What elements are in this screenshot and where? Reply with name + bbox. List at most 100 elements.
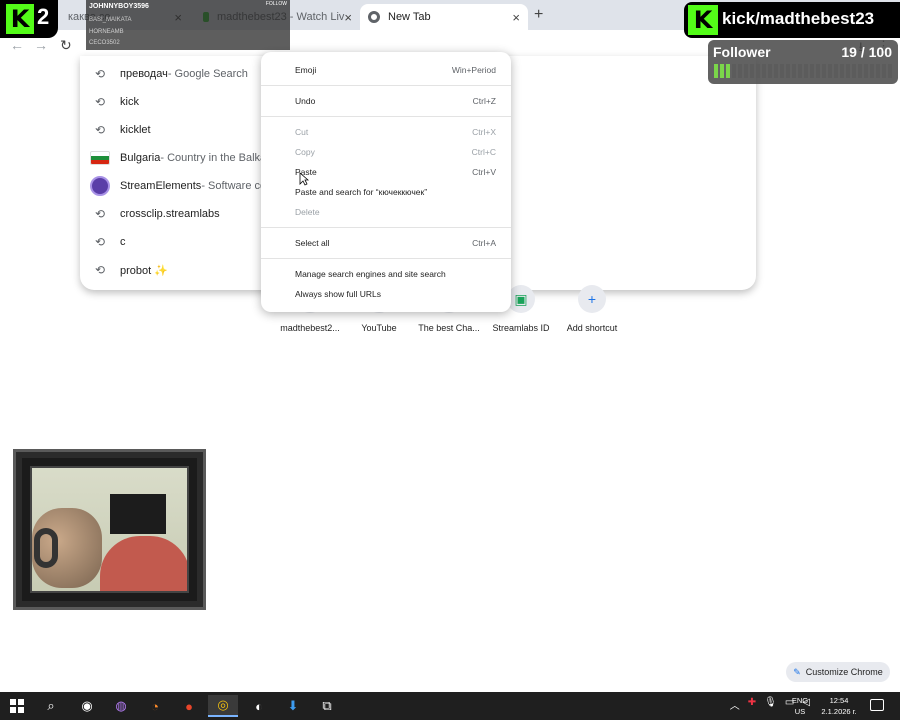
history-icon: ⟲ bbox=[94, 123, 106, 137]
suggestion-text: преводач bbox=[120, 68, 168, 80]
history-icon: ⟲ bbox=[94, 263, 106, 277]
chat-username: CECO3502 bbox=[89, 40, 120, 46]
tab-new-tab[interactable]: New Tab × bbox=[360, 4, 528, 30]
menu-item-label: Always show full URLs bbox=[295, 289, 381, 299]
follower-count: 19 / 100 bbox=[841, 44, 892, 60]
progress-segment bbox=[822, 64, 826, 78]
progress-segment bbox=[768, 64, 772, 78]
progress-segment bbox=[858, 64, 862, 78]
mouse-cursor-icon bbox=[299, 172, 309, 186]
shortcut-label: Add shortcut bbox=[566, 323, 618, 333]
notification-icon[interactable] bbox=[870, 699, 884, 711]
customize-chrome-button[interactable]: ✎ Customize Chrome bbox=[786, 662, 890, 682]
history-icon: ⟲ bbox=[94, 95, 106, 109]
history-icon: ⟲ bbox=[94, 235, 106, 249]
kick-logo-icon: K bbox=[6, 4, 34, 34]
menu-item-label: Emoji bbox=[295, 65, 317, 75]
progress-segment bbox=[828, 64, 832, 78]
suggestion-text: c bbox=[120, 236, 126, 248]
tray-app-icon[interactable]: ✚ bbox=[748, 697, 756, 712]
clock-date: 2.1.2026 г. bbox=[821, 707, 857, 716]
capcut-icon[interactable]: ⧉ bbox=[312, 695, 342, 717]
menu-item-delete[interactable]: Delete bbox=[261, 202, 511, 222]
shortcut-tile[interactable]: + Add shortcut bbox=[552, 285, 632, 333]
customize-label: Customize Chrome bbox=[805, 667, 883, 677]
windows-start-icon[interactable] bbox=[2, 695, 32, 717]
history-icon: ⟲ bbox=[94, 67, 106, 81]
kick-badge: K 2 bbox=[0, 0, 58, 38]
progress-segment bbox=[864, 64, 868, 78]
firefox-icon[interactable]: ◔ bbox=[140, 695, 170, 717]
chat-username: BASI_MAIKATA bbox=[89, 17, 132, 23]
progress-segment bbox=[876, 64, 880, 78]
search-icon[interactable]: ⌕ bbox=[36, 695, 66, 717]
suggestion-text: crossclip.streamlabs bbox=[120, 208, 220, 220]
suggestion-text: kicklet bbox=[120, 124, 151, 136]
back-icon[interactable]: ← bbox=[10, 37, 24, 53]
microphone-icon[interactable]: 🎙 bbox=[764, 697, 777, 712]
close-icon[interactable]: × bbox=[512, 10, 520, 25]
menu-item-shortcut: Ctrl+A bbox=[472, 238, 496, 248]
shortcut-label: Streamlabs ID bbox=[492, 323, 550, 333]
suggestion-text: StreamElements bbox=[120, 180, 202, 192]
suggestion-text: Bulgaria bbox=[120, 152, 161, 164]
channel-name: kick/madthebest23 bbox=[722, 9, 875, 28]
progress-segment bbox=[840, 64, 844, 78]
download-app-icon[interactable]: ⬇ bbox=[278, 695, 308, 717]
shortcut-label: madthebest2... bbox=[280, 323, 340, 333]
menu-item-emoji[interactable]: Emoji Win+Period bbox=[261, 60, 511, 80]
tab-title: New Tab bbox=[388, 11, 431, 23]
suggestion-text: probot ✨ bbox=[120, 264, 168, 277]
progress-segment bbox=[816, 64, 820, 78]
menu-item-label: Undo bbox=[295, 96, 316, 106]
progress-segment bbox=[738, 64, 742, 78]
reload-icon[interactable]: ↻ bbox=[60, 37, 72, 54]
progress-segment bbox=[810, 64, 814, 78]
follower-goal: Follower 19 / 100 bbox=[708, 40, 898, 84]
follower-label: Follower bbox=[713, 44, 771, 60]
menu-item-shortcut: Ctrl+C bbox=[471, 147, 496, 157]
progress-segment bbox=[792, 64, 796, 78]
menu-item-label: Paste and search for “кючеккючек” bbox=[295, 187, 428, 197]
menu-item-label: Select all bbox=[295, 238, 330, 248]
progress-segment bbox=[720, 64, 724, 78]
progress-segment bbox=[774, 64, 778, 78]
new-tab-button[interactable]: + bbox=[534, 6, 543, 24]
progress-segment bbox=[786, 64, 790, 78]
menu-item-label: Cut bbox=[295, 127, 309, 137]
progress-segment bbox=[762, 64, 766, 78]
steam-icon[interactable]: ◉ bbox=[72, 695, 102, 717]
menu-item-undo[interactable]: Undo Ctrl+Z bbox=[261, 91, 511, 111]
menu-item-shortcut: Ctrl+X bbox=[472, 127, 496, 137]
app-icon[interactable]: ◍ bbox=[106, 695, 136, 717]
menu-item-shortcut: Win+Period bbox=[451, 65, 496, 75]
close-icon[interactable]: × bbox=[344, 10, 352, 25]
language-indicator[interactable]: ENG US bbox=[788, 695, 812, 717]
streamelements-icon bbox=[80, 176, 120, 196]
menu-item-shortcut: Ctrl+V bbox=[472, 167, 496, 177]
chrome-icon[interactable]: ◎ bbox=[208, 695, 238, 717]
progress-segment bbox=[732, 64, 736, 78]
obs-icon[interactable]: ◐ bbox=[244, 695, 274, 717]
menu-item-cut[interactable]: Cut Ctrl+X bbox=[261, 122, 511, 142]
forward-icon[interactable]: → bbox=[34, 37, 48, 53]
menu-item-copy[interactable]: Copy Ctrl+C bbox=[261, 142, 511, 162]
kick-logo-icon: K bbox=[688, 5, 718, 35]
badge-count: 2 bbox=[37, 4, 50, 29]
menu-item-manage-search-engines[interactable]: Manage search engines and site search bbox=[261, 264, 511, 284]
clock[interactable]: 12:54 2.1.2026 г. bbox=[818, 695, 860, 717]
chrome-icon bbox=[368, 11, 380, 23]
menu-item-select-all[interactable]: Select all Ctrl+A bbox=[261, 233, 511, 253]
menu-divider bbox=[261, 85, 511, 86]
progress-segment bbox=[756, 64, 760, 78]
progress-segment bbox=[714, 64, 718, 78]
progress-segment bbox=[804, 64, 808, 78]
chevron-up-icon[interactable]: ︿ bbox=[730, 697, 740, 712]
game-icon[interactable]: ● bbox=[174, 695, 204, 717]
progress-segment bbox=[726, 64, 730, 78]
progress-segment bbox=[846, 64, 850, 78]
follower-progress-bar bbox=[714, 64, 892, 78]
menu-divider bbox=[261, 258, 511, 259]
lang-code: ENG bbox=[791, 696, 809, 705]
menu-item-show-full-urls[interactable]: Always show full URLs bbox=[261, 284, 511, 304]
